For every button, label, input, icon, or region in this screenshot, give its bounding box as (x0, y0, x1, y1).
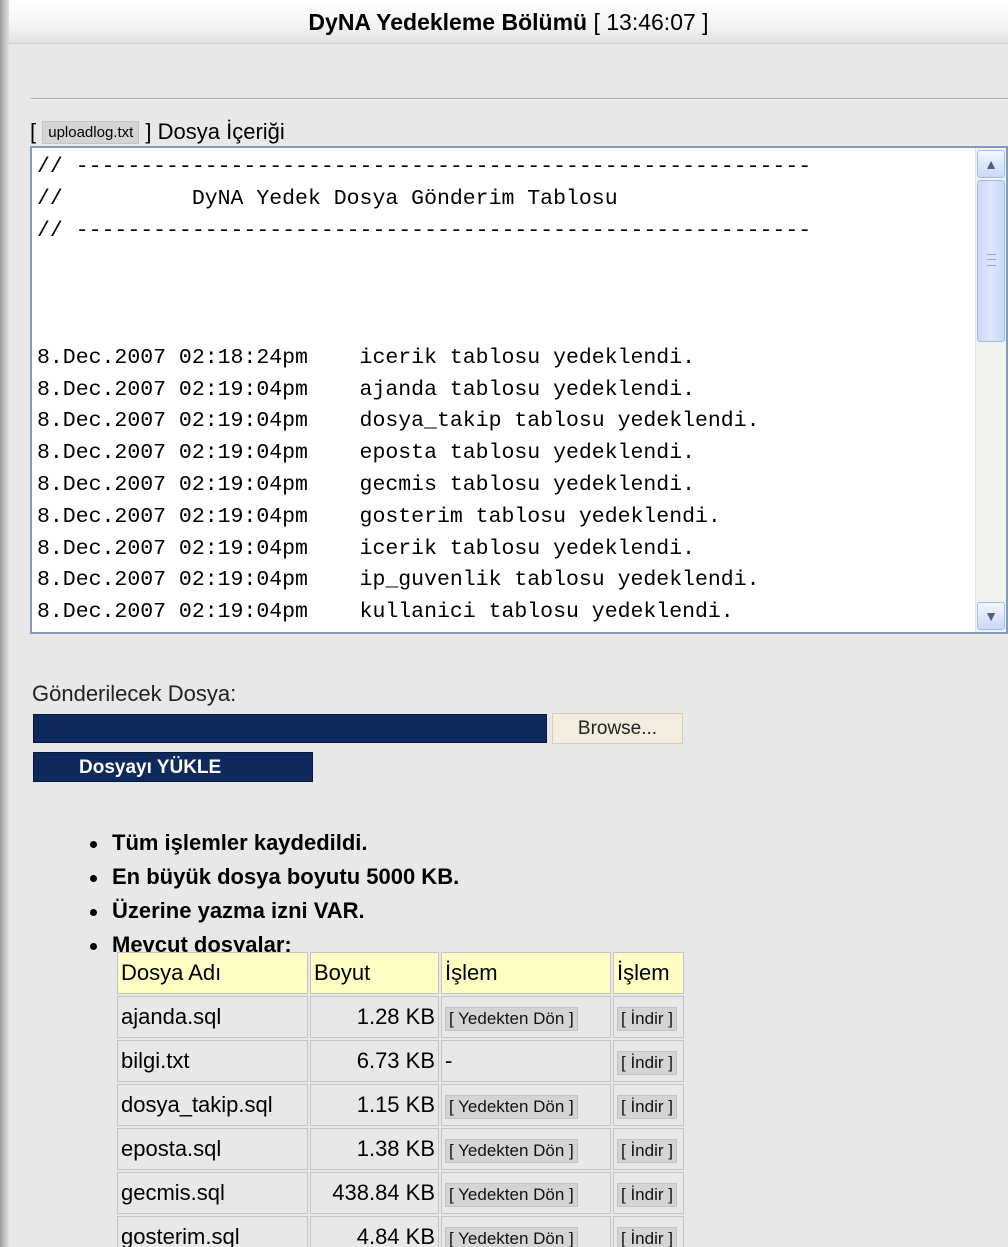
info-item: Üzerine yazma izni VAR. (89, 894, 459, 928)
clock-time: 13:46:07 (606, 9, 696, 35)
restore-button[interactable]: [ Yedekten Dön ] (445, 1182, 578, 1207)
restore-cell: [ Yedekten Dön ] (441, 1084, 611, 1126)
file-name-cell: gecmis.sql (117, 1172, 308, 1214)
file-name-cell: dosya_takip.sql (117, 1084, 308, 1126)
table-row: bilgi.txt 6.73 KB - [ İndir ] (117, 1040, 684, 1082)
restore-button[interactable]: [ Yedekten Dön ] (445, 1094, 578, 1119)
log-line: 8.Dec.2007 02:19:04pm ajanda tablosu yed… (37, 377, 696, 402)
time-prefix: [ (593, 9, 607, 35)
file-size-cell: 438.84 KB (310, 1172, 439, 1214)
info-item: En büyük dosya boyutu 5000 KB. (89, 860, 459, 894)
restore-button[interactable]: [ Yedekten Dön ] (445, 1138, 578, 1163)
file-name-cell: bilgi.txt (117, 1040, 308, 1082)
log-line: 8.Dec.2007 02:19:04pm gecmis tablosu yed… (37, 472, 696, 497)
log-line: 8.Dec.2007 02:19:04pm icerik tablosu yed… (37, 536, 696, 561)
vertical-scrollbar[interactable]: ▲ ▼ (975, 148, 1006, 632)
page-title: DyNA Yedekleme Bölümü [ 13:46:07 ] (9, 0, 1008, 44)
scroll-grip-icon (987, 254, 996, 266)
title-text: DyNA Yedekleme Bölümü (308, 9, 588, 35)
table-row: gecmis.sql 438.84 KB [ Yedekten Dön ] [ … (117, 1172, 684, 1214)
log-line: 8.Dec.2007 02:19:04pm kullanici tablosu … (37, 600, 734, 625)
download-cell: [ İndir ] (613, 1084, 684, 1126)
info-item: Tüm işlemler kaydedildi. (89, 826, 459, 860)
log-line: 8.Dec.2007 02:19:04pm dosya_takip tablos… (37, 409, 760, 434)
download-button[interactable]: [ İndir ] (617, 1226, 677, 1247)
scroll-down-arrow-icon[interactable]: ▼ (977, 602, 1005, 630)
window-left-edge (0, 0, 9, 1247)
download-button[interactable]: [ İndir ] (617, 1006, 677, 1031)
restore-cell: [ Yedekten Dön ] (441, 1216, 611, 1247)
file-path-input[interactable] (33, 714, 547, 743)
browse-button[interactable]: Browse... (552, 713, 683, 744)
files-table: Dosya Adı Boyut İşlem İşlem ajanda.sql 1… (115, 950, 686, 1247)
file-size-cell: 1.15 KB (310, 1084, 439, 1126)
log-line: // -------------------------------------… (37, 155, 812, 179)
restore-cell: [ Yedekten Dön ] (441, 1128, 611, 1170)
header-file-name: Dosya Adı (117, 952, 308, 994)
file-size-cell: 1.28 KB (310, 996, 439, 1038)
table-row: eposta.sql 1.38 KB [ Yedekten Dön ] [ İn… (117, 1128, 684, 1170)
header-size: Boyut (310, 952, 439, 994)
log-text: // -------------------------------------… (37, 152, 972, 629)
download-cell: [ İndir ] (613, 1172, 684, 1214)
log-line: 8.Dec.2007 02:18:24pm icerik tablosu yed… (37, 345, 696, 370)
log-line: 8.Dec.2007 02:19:04pm gosterim tablosu y… (37, 504, 721, 529)
log-line: 8.Dec.2007 02:19:04pm ip_guvenlik tablos… (37, 568, 760, 593)
download-cell: [ İndir ] (613, 996, 684, 1038)
file-size-cell: 6.73 KB (310, 1040, 439, 1082)
download-button[interactable]: [ İndir ] (617, 1138, 677, 1163)
download-button[interactable]: [ İndir ] (617, 1094, 677, 1119)
file-size-cell: 1.38 KB (310, 1128, 439, 1170)
file-caption: [ uploadlog.txt ] Dosya İçeriği (30, 119, 285, 145)
scroll-thumb[interactable] (977, 180, 1005, 342)
download-cell: [ İndir ] (613, 1128, 684, 1170)
restore-button[interactable]: [ Yedekten Dön ] (445, 1226, 578, 1247)
upload-button[interactable]: Dosyayı YÜKLE (33, 752, 313, 782)
info-list: Tüm işlemler kaydedildi. En büyük dosya … (89, 826, 459, 962)
log-line: 8.Dec.2007 02:19:04pm eposta tablosu yed… (37, 441, 696, 466)
download-cell: [ İndir ] (613, 1040, 684, 1082)
file-name-link[interactable]: uploadlog.txt (42, 121, 140, 144)
upload-label: Gönderilecek Dosya: (32, 681, 237, 706)
file-size-cell: 4.84 KB (310, 1216, 439, 1247)
table-row: gosterim.sql 4.84 KB [ Yedekten Dön ] [ … (117, 1216, 684, 1247)
divider (31, 98, 1008, 100)
scroll-up-arrow-icon[interactable]: ▲ (977, 150, 1005, 178)
file-name-cell: eposta.sql (117, 1128, 308, 1170)
file-name-cell: gosterim.sql (117, 1216, 308, 1247)
download-cell: [ İndir ] (613, 1216, 684, 1247)
log-line: // DyNA Yedek Dosya Gönderim Tablosu (37, 186, 618, 211)
table-header-row: Dosya Adı Boyut İşlem İşlem (117, 952, 684, 994)
restore-cell: [ Yedekten Dön ] (441, 1172, 611, 1214)
header-operation: İşlem (441, 952, 611, 994)
caption-open-bracket: [ (30, 119, 43, 144)
file-name-cell: ajanda.sql (117, 996, 308, 1038)
log-line: // -------------------------------------… (37, 218, 812, 243)
table-row: dosya_takip.sql 1.15 KB [ Yedekten Dön ]… (117, 1084, 684, 1126)
header-operation-2: İşlem (613, 952, 684, 994)
backup-panel: DyNA Yedekleme Bölümü [ 13:46:07 ] [ upl… (9, 0, 1008, 1247)
file-content-textarea[interactable]: // -------------------------------------… (30, 146, 1008, 634)
caption-text: ] Dosya İçeriği (139, 119, 285, 144)
restore-cell: [ Yedekten Dön ] (441, 996, 611, 1038)
restore-cell: - (441, 1040, 611, 1082)
time-suffix: ] (695, 9, 709, 35)
table-row: ajanda.sql 1.28 KB [ Yedekten Dön ] [ İn… (117, 996, 684, 1038)
download-button[interactable]: [ İndir ] (617, 1050, 677, 1075)
restore-button[interactable]: [ Yedekten Dön ] (445, 1006, 578, 1031)
download-button[interactable]: [ İndir ] (617, 1182, 677, 1207)
